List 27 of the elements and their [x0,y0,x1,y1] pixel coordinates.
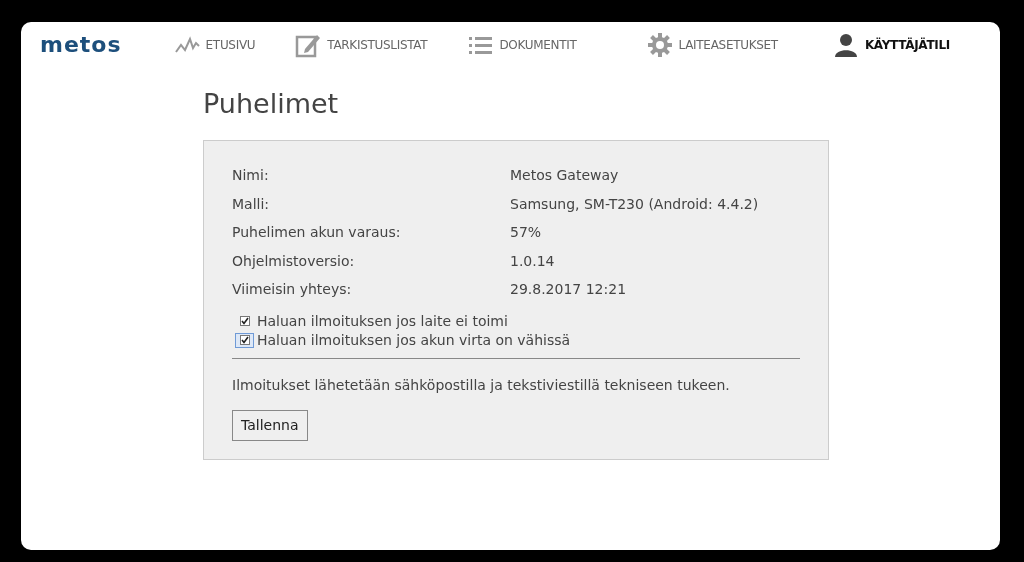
field-value: 57% [510,223,542,243]
checkbox-label: Haluan ilmoituksen jos laite ei toimi [257,311,508,331]
field-label: Ohjelmistoversio: [232,251,356,271]
nav-link[interactable]: KÄYTTÄJÄTILI [832,32,950,58]
field-value: Samsung, SM-T230 (Android: 4.4.2) [510,194,759,214]
save-button[interactable]: Tallenna [232,409,308,441]
checkbox[interactable] [236,333,253,347]
nav-link[interactable]: TARKISTUSLISTAT [295,32,428,58]
nav-link[interactable]: ETUSIVU [173,32,256,58]
nav-link[interactable]: LAITEASETUKSET [646,32,778,58]
field-label: Viimeisin yhteys: [232,280,353,300]
field-label: Malli: [232,194,271,214]
field-value: 1.0.14 [510,251,555,271]
page-title: Puhelimet [203,88,340,121]
field-label: Nimi: [232,166,270,186]
field-label: Puhelimen akun varaus: [232,223,402,243]
info-text: Ilmoitukset lähetetään sähköpostilla ja tekstiviestillä tekniseen tukeen. [232,375,731,395]
field-value: Metos Gateway [510,166,619,186]
user-icon [832,32,859,58]
nav-link[interactable]: DOKUMENTIT [467,32,577,58]
checkmark-icon [240,336,249,345]
field-value: 29.8.2017 12:21 [510,280,627,300]
metos-logo[interactable]: metos [40,34,174,56]
checkbox-label: Haluan ilmoituksen jos akun virta on vähissä [257,330,571,350]
gear-icon [646,32,673,58]
edit-icon [295,32,322,58]
checkmark-icon [240,317,249,326]
